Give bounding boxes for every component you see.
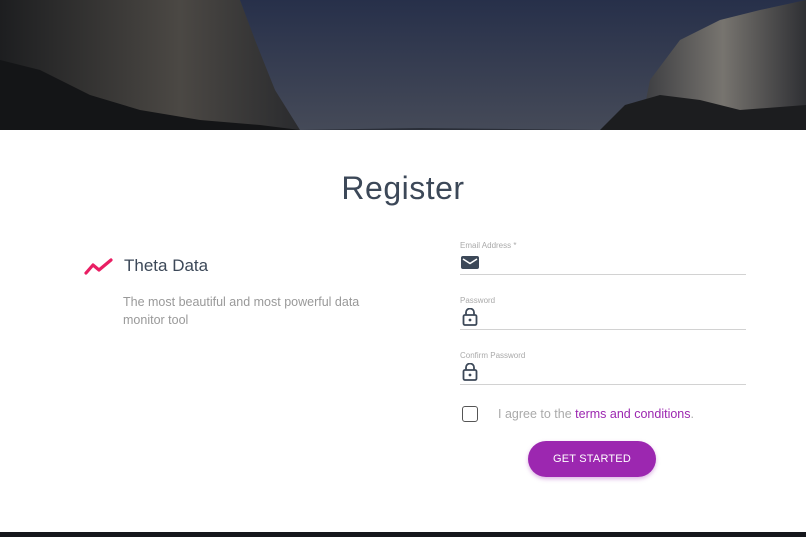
brand-description: The most beautiful and most powerful dat… xyxy=(123,295,360,327)
lock-icon xyxy=(460,362,480,381)
terms-agreement: I agree to the terms and conditions. xyxy=(462,406,694,422)
brand-name: Theta Data xyxy=(124,256,209,275)
page-title: Register xyxy=(341,170,465,206)
mail-icon xyxy=(460,253,480,271)
register-page: Register Theta Data The most beautiful a… xyxy=(0,0,806,537)
confirm-password-field: Confirm Password xyxy=(460,351,746,385)
register-card: Register Theta Data The most beautiful a… xyxy=(0,130,806,532)
terms-suffix-text: . xyxy=(690,407,694,421)
get-started-button[interactable]: GET STARTED xyxy=(528,441,656,477)
terms-checkbox[interactable] xyxy=(462,406,478,422)
brand-block: Theta Data xyxy=(84,256,208,276)
password-label: Password xyxy=(460,296,496,305)
email-field: Email Address * xyxy=(460,241,746,275)
email-label: Email Address * xyxy=(460,241,517,250)
terms-prefix-text: I agree to the xyxy=(498,407,572,421)
lock-icon xyxy=(460,307,480,326)
trending-line-icon xyxy=(84,256,114,276)
password-field: Password xyxy=(460,296,746,330)
terms-link[interactable]: terms and conditions xyxy=(575,407,690,421)
confirm-password-label: Confirm Password xyxy=(460,351,526,360)
confirm-password-input[interactable] xyxy=(488,361,746,383)
hero-background-image xyxy=(0,0,806,130)
password-input[interactable] xyxy=(488,306,746,328)
footer-background-strip xyxy=(0,532,806,537)
email-input[interactable] xyxy=(488,251,746,273)
